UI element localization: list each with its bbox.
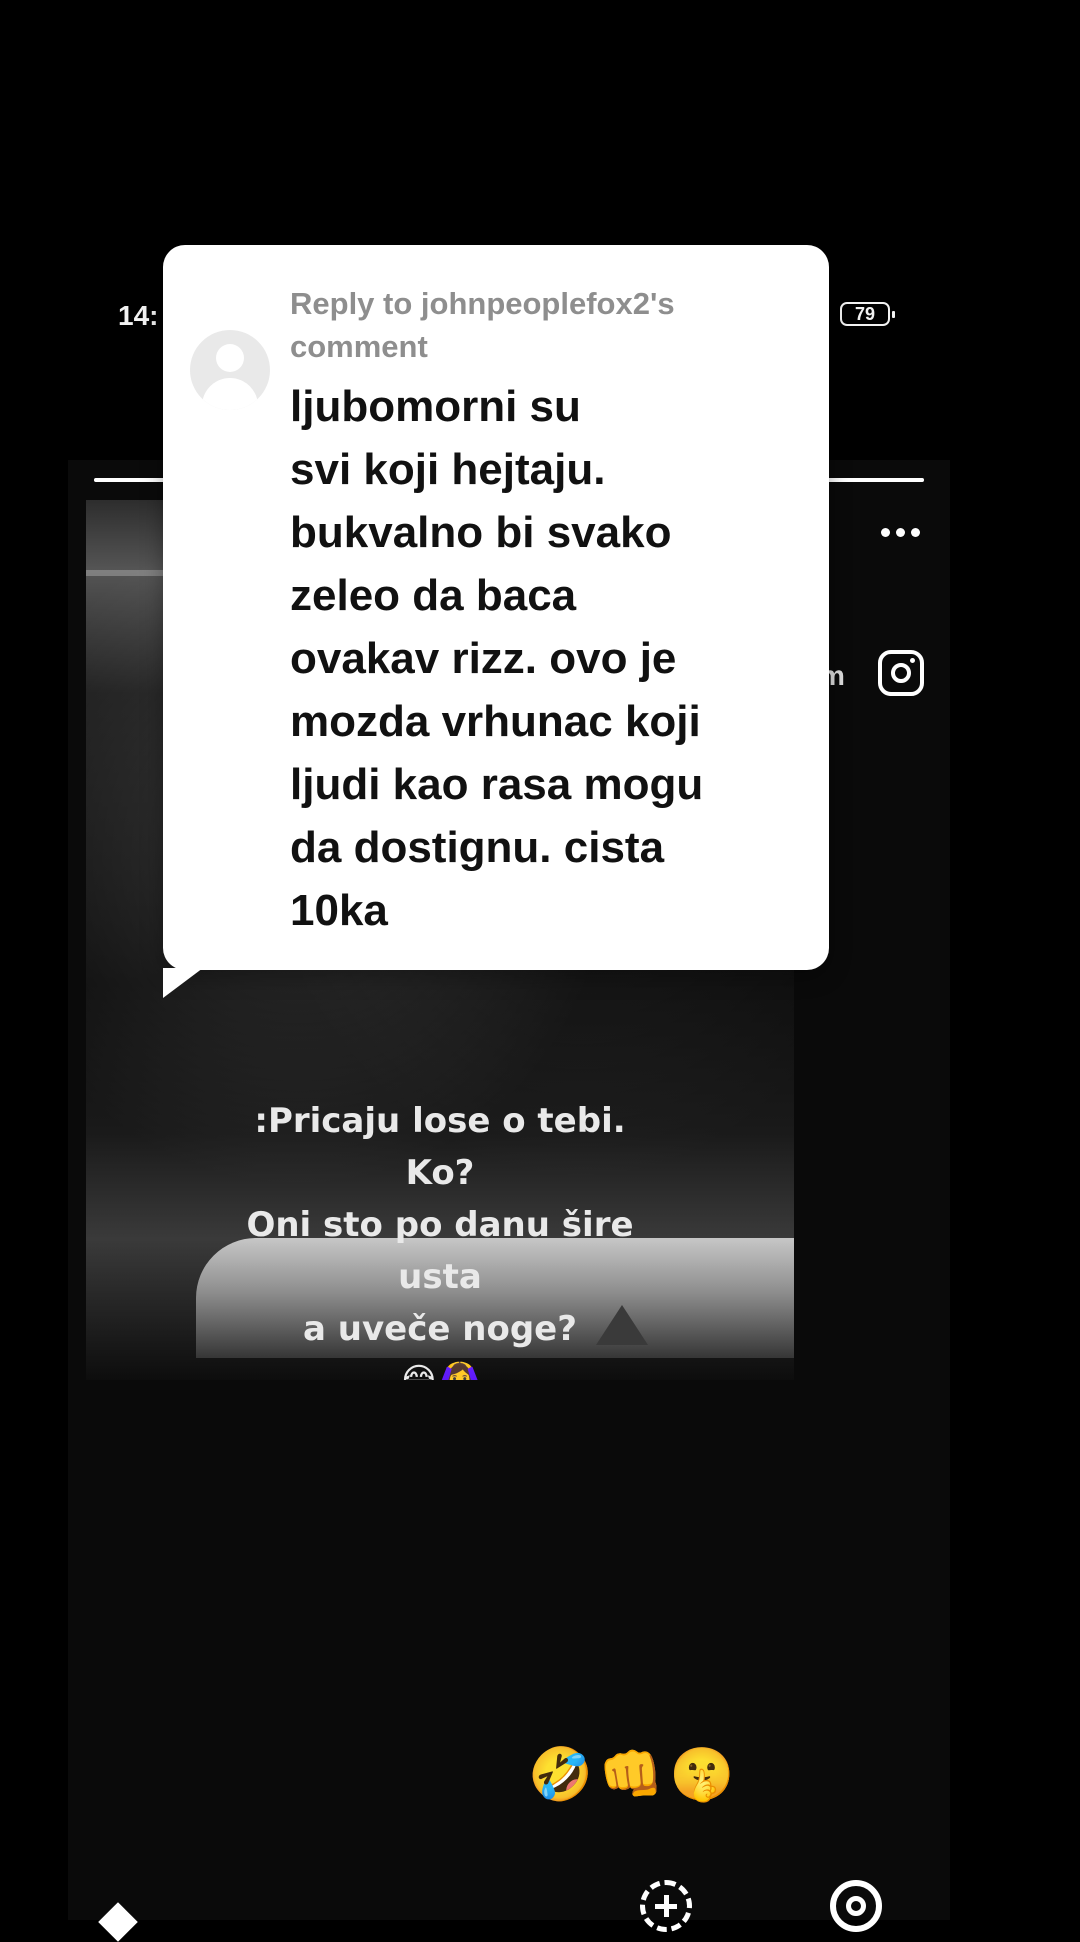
reply-header: Reply to johnpeoplefox2's comment [290,282,790,368]
video-caption-line: Ko? [405,1153,475,1193]
reply-comment-line: mozda vrhunac koji [290,697,701,746]
reply-header-line: comment [290,329,428,364]
reply-comment-line: 10ka [290,886,388,935]
reaction-emojis: 🤣 👊 🤫 [528,1745,734,1805]
shushing-emoji: 🤫 [669,1746,735,1804]
video-caption: :Pricaju lose o tebi. Ko? Oni sto po dan… [86,1095,794,1380]
create-icon[interactable] [640,1880,692,1932]
reply-comment-text: ljubomorni su svi koji hejtaju. bukvalno… [290,375,810,942]
reply-comment-line: ljudi kao rasa mogu [290,760,704,809]
reply-comment-line: svi koji hejtaju. [290,445,606,494]
video-caption-line: :Pricaju lose o tebi. [254,1101,626,1141]
status-time: 14: [118,300,159,331]
rofl-emoji: 🤣 [528,1746,593,1804]
video-caption-line: a uveče noge? [303,1309,577,1349]
reply-comment-line: zeleo da baca [290,571,577,620]
reply-comment-line: ovakav rizz. ovo je [290,634,677,683]
reply-comment-line: ljubomorni su [290,382,581,431]
threads-icon[interactable] [830,1880,882,1932]
reply-comment-line: da dostignu. cista [290,823,665,872]
more-icon[interactable] [881,528,920,537]
fist-emoji: 👊 [598,1746,664,1804]
video-caption-line: 😂🙆‍♀️ [86,1355,794,1380]
video-caption-line: usta [398,1257,482,1297]
battery-indicator: 79 [840,302,895,326]
reply-comment-line: bukvalno bi svako [290,508,672,557]
instagram-icon[interactable] [878,650,924,696]
avatar [190,330,270,410]
video-caption-line: Oni sto po danu šire [246,1205,634,1245]
comment-reply-card-tail [163,968,203,998]
reply-header-line: Reply to johnpeoplefox2's [290,286,675,321]
